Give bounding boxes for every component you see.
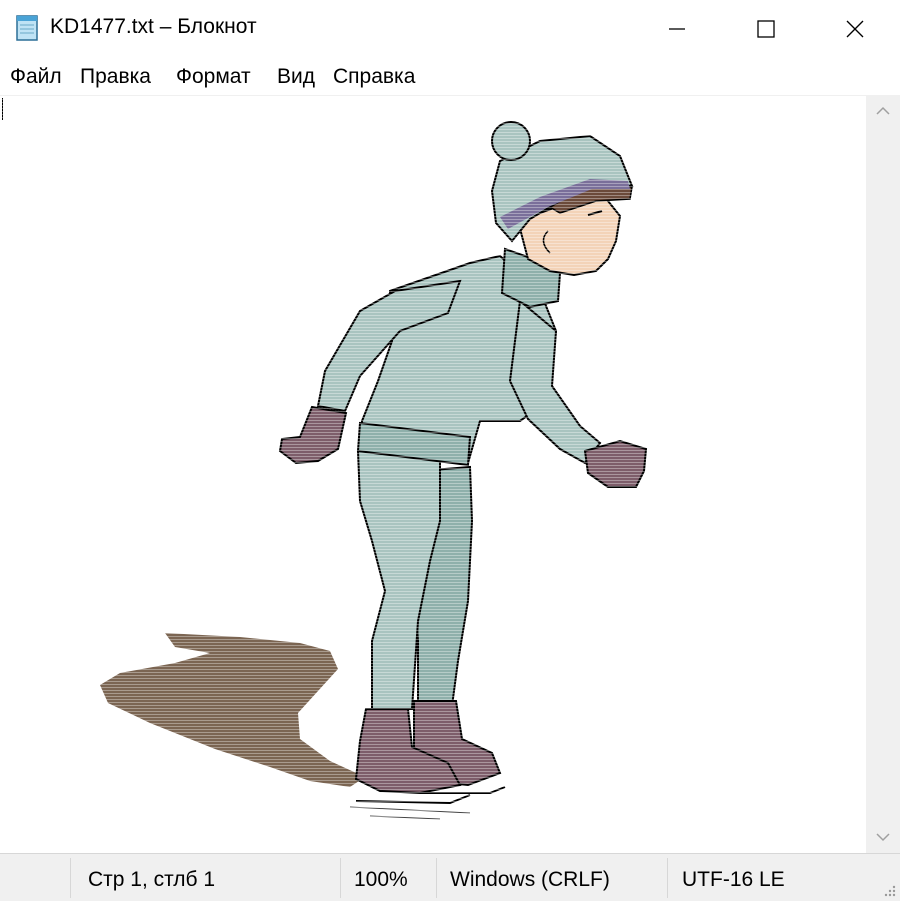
- title-bar[interactable]: KD1477.txt – Блокнот: [0, 0, 900, 58]
- status-cursor-position: Стр 1, стлб 1: [88, 868, 216, 891]
- menu-help[interactable]: Справка: [333, 65, 415, 89]
- scroll-up-icon[interactable]: [875, 105, 891, 117]
- minimize-icon: [669, 28, 685, 30]
- status-separator: [340, 858, 341, 898]
- status-zoom: 100%: [354, 868, 408, 891]
- status-separator: [667, 858, 668, 898]
- close-button[interactable]: [810, 0, 900, 58]
- status-separator: [70, 858, 71, 898]
- status-bar: Стр 1, стлб 1 100% Windows (CRLF) UTF-16…: [0, 853, 900, 901]
- resize-grip-icon[interactable]: [882, 883, 896, 897]
- maximize-button[interactable]: [721, 0, 811, 58]
- menu-format[interactable]: Формат: [176, 65, 251, 89]
- menu-view[interactable]: Вид: [277, 65, 315, 89]
- skater-ascii-art: [0, 96, 866, 854]
- minimize-button[interactable]: [632, 0, 722, 58]
- window-title: KD1477.txt – Блокнот: [50, 15, 257, 38]
- text-editor[interactable]: [0, 95, 866, 854]
- maximize-icon: [757, 20, 775, 38]
- vertical-scrollbar[interactable]: [866, 95, 900, 853]
- menu-file[interactable]: Файл: [10, 65, 62, 89]
- status-encoding: UTF-16 LE: [682, 868, 785, 891]
- status-separator: [436, 858, 437, 898]
- menu-bar: Файл Правка Формат Вид Справка: [0, 60, 900, 94]
- scroll-down-icon[interactable]: [875, 831, 891, 843]
- status-line-endings: Windows (CRLF): [450, 868, 610, 891]
- menu-edit[interactable]: Правка: [80, 65, 151, 89]
- notepad-icon: [16, 15, 38, 41]
- close-icon: [846, 20, 864, 38]
